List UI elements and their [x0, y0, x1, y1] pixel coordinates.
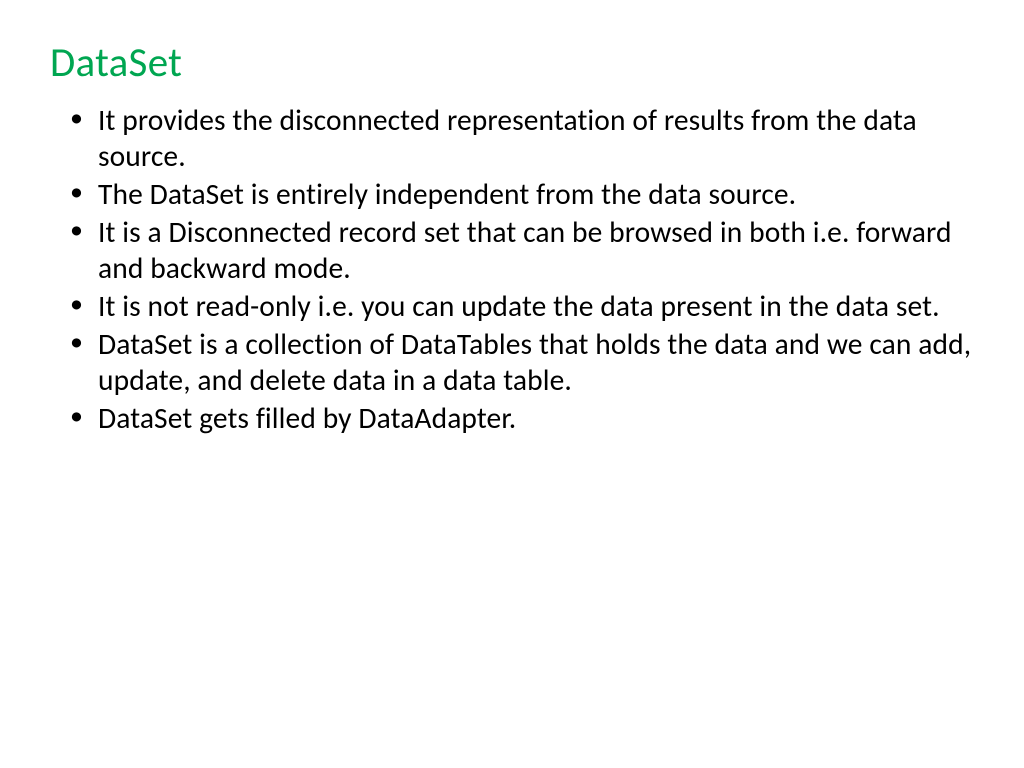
bullet-item: The DataSet is entirely independent from…: [98, 176, 974, 212]
bullet-item: It is a Disconnected record set that can…: [98, 214, 974, 286]
slide-title: DataSet: [50, 38, 974, 88]
bullet-item: It is not read-only i.e. you can update …: [98, 288, 974, 324]
bullet-item: It provides the disconnected representat…: [98, 102, 974, 174]
bullet-item: DataSet is a collection of DataTables th…: [98, 326, 974, 398]
bullet-list: It provides the disconnected representat…: [50, 102, 974, 436]
bullet-item: DataSet gets filled by DataAdapter.: [98, 400, 974, 436]
